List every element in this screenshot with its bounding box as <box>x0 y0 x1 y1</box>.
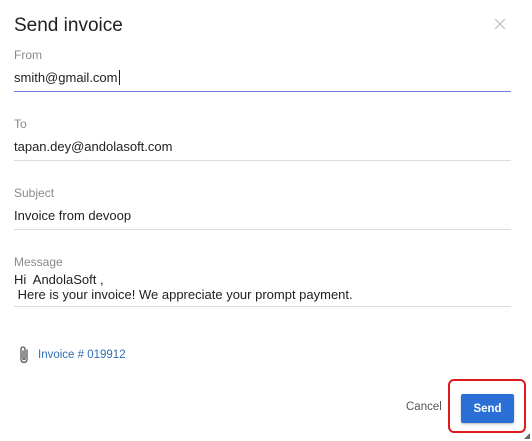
message-line-1: Hi AndolaSoft , <box>14 272 104 287</box>
attachment[interactable]: Invoice # 019912 <box>18 345 126 365</box>
close-icon[interactable] <box>492 16 508 32</box>
subject-field[interactable]: Subject Invoice from devoop <box>14 186 511 230</box>
to-field[interactable]: To tapan.dey@andolasoft.com <box>14 117 511 161</box>
from-value: smith@gmail.com <box>14 70 118 85</box>
from-underline <box>14 91 511 92</box>
from-field[interactable]: From smith@gmail.com <box>14 48 511 92</box>
subject-underline <box>14 229 511 230</box>
dialog-title: Send invoice <box>14 15 123 36</box>
text-caret <box>118 70 120 85</box>
to-underline <box>14 160 511 161</box>
to-input[interactable]: tapan.dey@andolasoft.com <box>14 139 511 155</box>
paperclip-icon <box>20 346 28 364</box>
message-underline <box>14 306 511 307</box>
message-textarea[interactable]: Hi AndolaSoft , Here is your invoice! We… <box>14 272 511 302</box>
to-label: To <box>14 117 27 131</box>
message-field[interactable]: Message Hi AndolaSoft , Here is your inv… <box>14 255 511 307</box>
message-label: Message <box>14 255 63 269</box>
message-line-2: Here is your invoice! We appreciate your… <box>14 287 353 302</box>
from-input[interactable]: smith@gmail.com <box>14 70 511 86</box>
resize-handle-icon[interactable] <box>524 433 530 439</box>
attachment-link[interactable]: Invoice # 019912 <box>38 349 126 361</box>
from-label: From <box>14 48 42 62</box>
send-button[interactable]: Send <box>461 394 514 423</box>
subject-input[interactable]: Invoice from devoop <box>14 208 511 224</box>
cancel-button[interactable]: Cancel <box>402 399 446 415</box>
subject-label: Subject <box>14 186 55 200</box>
send-invoice-dialog: Send invoice From smith@gmail.com To tap… <box>0 0 532 441</box>
